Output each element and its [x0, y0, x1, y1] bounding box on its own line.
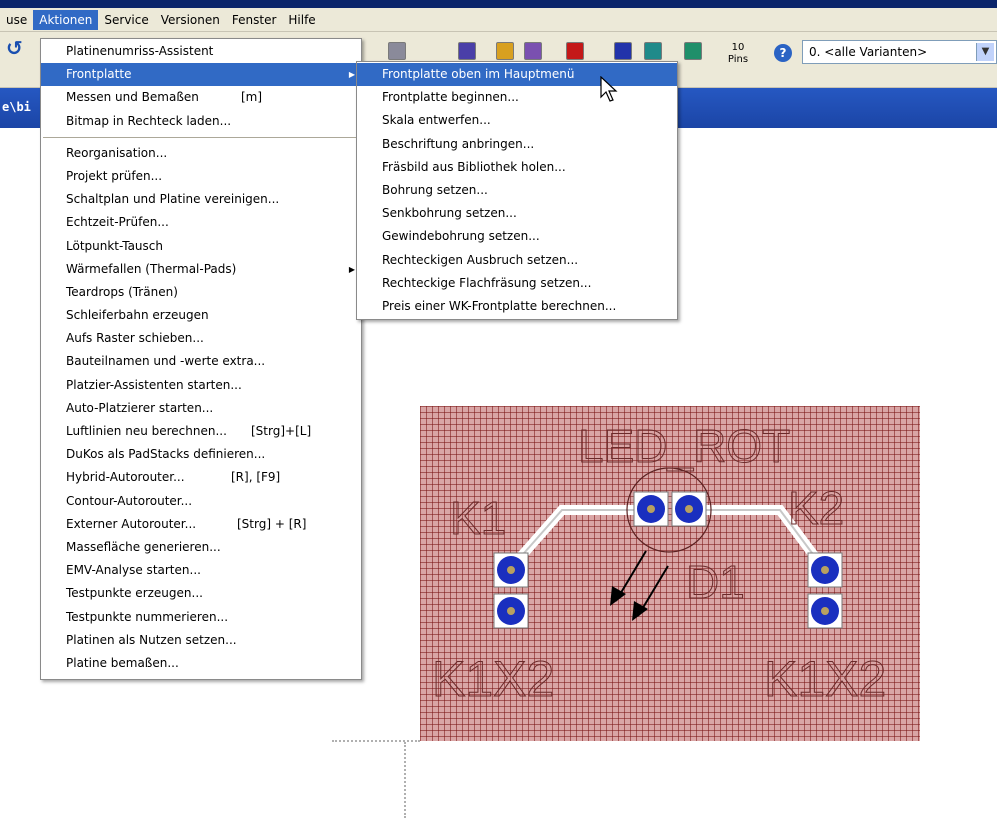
- menu-item-raster-schieben[interactable]: Aufs Raster schieben...: [41, 327, 361, 350]
- menu-item-auto-platzierer[interactable]: Auto-Platzierer starten...: [41, 397, 361, 420]
- menu-item-messen[interactable]: Messen und Bemaßen [m]: [41, 86, 361, 109]
- menu-item-waermefallen[interactable]: Wärmefallen (Thermal-Pads) ▶: [41, 258, 361, 281]
- menu-item-testpunkte-nummerieren[interactable]: Testpunkte nummerieren...: [41, 606, 361, 629]
- menu-item-frontplatte-beginnen[interactable]: Frontplatte beginnen...: [357, 86, 677, 109]
- k1x2-left-label: K1X2: [432, 651, 554, 707]
- pins-counter: 10 Pins: [720, 42, 756, 66]
- menu-item-teardrops[interactable]: Teardrops (Tränen): [41, 281, 361, 304]
- menu-item-schleiferbahn[interactable]: Schleiferbahn erzeugen: [41, 304, 361, 327]
- menu-item-frontplatte-hauptmenue[interactable]: Frontplatte oben im Hauptmenü: [357, 63, 677, 87]
- submenu-arrow-icon: ▶: [348, 70, 355, 80]
- menu-item-frontplatte[interactable]: Frontplatte ▶: [41, 63, 361, 87]
- pcb-drawing: LED_ROT K1 K2 D1 K1X2 K1X2: [432, 420, 887, 708]
- layer-red-icon[interactable]: [566, 42, 584, 60]
- layer-blue-icon[interactable]: [614, 42, 632, 60]
- menu-item-bauteilnamen[interactable]: Bauteilnamen und -werte extra...: [41, 350, 361, 373]
- submenu-arrow-icon: ▶: [348, 264, 355, 274]
- origin-guide-horizontal: [332, 740, 420, 742]
- menu-item-platinenumriss[interactable]: Platinenumriss-Assistent: [41, 40, 361, 63]
- menu-item-testpunkte-erzeugen[interactable]: Testpunkte erzeugen...: [41, 582, 361, 605]
- led-label: LED_ROT: [578, 420, 790, 472]
- chevron-down-icon[interactable]: ▼: [976, 43, 994, 61]
- menu-hilfe[interactable]: Hilfe: [282, 10, 321, 30]
- menu-item-fraesbild[interactable]: Fräsbild aus Bibliothek holen...: [357, 156, 677, 179]
- menu-item-reorganisation[interactable]: Reorganisation...: [41, 142, 361, 165]
- menu-versionen[interactable]: Versionen: [155, 10, 226, 30]
- pencil-tool-icon[interactable]: [388, 42, 406, 60]
- trace-tool-icon[interactable]: [458, 42, 476, 60]
- menu-aktionen[interactable]: Aktionen: [33, 9, 99, 30]
- menu-item-platzier-assistenten[interactable]: Platzier-Assistenten starten...: [41, 374, 361, 397]
- menu-item-skala-entwerfen[interactable]: Skala entwerfen...: [357, 109, 677, 132]
- variant-select[interactable]: 0. <alle Varianten> ▼: [802, 40, 997, 64]
- layer-green-icon[interactable]: [684, 42, 702, 60]
- menu-item-ausbruch[interactable]: Rechteckigen Ausbruch setzen...: [357, 249, 677, 272]
- app-window: use Aktionen Service Versionen Fenster H…: [0, 0, 997, 818]
- menu-item-bohrung[interactable]: Bohrung setzen...: [357, 179, 677, 202]
- variant-value: 0. <alle Varianten>: [809, 45, 928, 59]
- k1-label: K1: [450, 492, 506, 544]
- menu-item-bitmap[interactable]: Bitmap in Rechteck laden...: [41, 110, 361, 133]
- menu-item-contour-autorouter[interactable]: Contour-Autorouter...: [41, 490, 361, 513]
- menu-item-echtzeit-pruefen[interactable]: Echtzeit-Prüfen...: [41, 211, 361, 234]
- help-icon[interactable]: ?: [774, 44, 792, 62]
- menu-item-luftlinien[interactable]: Luftlinien neu berechnen... [Strg]+[L]: [41, 420, 361, 443]
- mouse-cursor-icon: [600, 76, 618, 102]
- menu-item-hybrid-autorouter[interactable]: Hybrid-Autorouter... [R], [F9]: [41, 466, 361, 489]
- frontplatte-submenu: Frontplatte oben im Hauptmenü Frontplatt…: [356, 61, 678, 320]
- menu-item-emv-analyse[interactable]: EMV-Analyse starten...: [41, 559, 361, 582]
- d1-label: D1: [686, 556, 745, 608]
- menu-item-platine-bemassen[interactable]: Platine bemaßen...: [41, 652, 361, 675]
- menu-item-projekt-pruefen[interactable]: Projekt prüfen...: [41, 165, 361, 188]
- menu-item-nutzen-setzen[interactable]: Platinen als Nutzen setzen...: [41, 629, 361, 652]
- menu-item-preis-berechnen[interactable]: Preis einer WK-Frontplatte berechnen...: [357, 295, 677, 318]
- menubar: use Aktionen Service Versionen Fenster H…: [0, 8, 997, 32]
- pins-label: Pins: [727, 54, 749, 65]
- title-band: [0, 0, 997, 8]
- menu-separator: [43, 136, 359, 138]
- probe-tool-icon[interactable]: [496, 42, 514, 60]
- menu-item-externer-autorouter[interactable]: Externer Autorouter... [Strg] + [R]: [41, 513, 361, 536]
- k2-label: K2: [788, 482, 844, 534]
- menu-item-senkbohrung[interactable]: Senkbohrung setzen...: [357, 202, 677, 225]
- menu-fenster[interactable]: Fenster: [226, 10, 283, 30]
- trace-left: [506, 505, 650, 573]
- menu-item-loetpunkt-tausch[interactable]: Lötpunkt-Tausch: [41, 235, 361, 258]
- k1x2-right-label: K1X2: [764, 651, 886, 707]
- pins-count: 10: [731, 42, 745, 53]
- menu-item-dukos[interactable]: DuKos als PadStacks definieren...: [41, 443, 361, 466]
- menu-item-gewindebohrung[interactable]: Gewindebohrung setzen...: [357, 225, 677, 248]
- origin-guide-vertical: [404, 742, 406, 818]
- menu-item-schaltplan-vereinigen[interactable]: Schaltplan und Platine vereinigen...: [41, 188, 361, 211]
- undo-icon[interactable]: ↺: [6, 38, 28, 58]
- menu-use[interactable]: use: [0, 10, 33, 30]
- menu-item-masseflaeche[interactable]: Massefläche generieren...: [41, 536, 361, 559]
- menu-item-beschriftung[interactable]: Beschriftung anbringen...: [357, 133, 677, 156]
- via-tool-icon[interactable]: [524, 42, 542, 60]
- aktionen-menu: Platinenumriss-Assistent Frontplatte ▶ Me…: [40, 38, 362, 680]
- menu-item-flachfraesung[interactable]: Rechteckige Flachfräsung setzen...: [357, 272, 677, 295]
- document-path: e\bi: [2, 100, 31, 114]
- layer-teal-icon[interactable]: [644, 42, 662, 60]
- menu-service[interactable]: Service: [98, 10, 154, 30]
